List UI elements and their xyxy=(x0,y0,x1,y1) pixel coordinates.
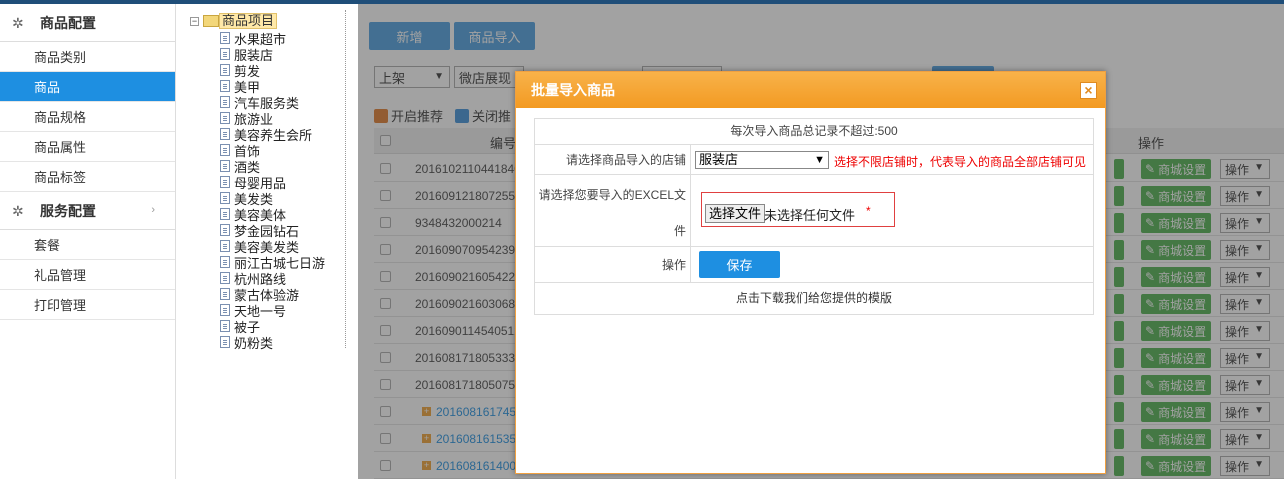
excel-value-cell: 选择文件 未选择任何文件 * xyxy=(695,175,1093,246)
import-form: 每次导入商品总记录不超过:500 请选择商品导入的店铺 服装店 ▼ 选择不限店铺… xyxy=(534,118,1094,315)
document-icon xyxy=(220,128,230,140)
required-mark: * xyxy=(866,204,871,218)
shop-label: 请选择商品导入的店铺 xyxy=(535,145,691,174)
sidebar-item-tag[interactable]: 商品标签 xyxy=(0,162,175,192)
document-icon xyxy=(220,272,230,284)
notice-text: 每次导入商品总记录不超过:500 xyxy=(730,124,898,138)
sidebar-item-package[interactable]: 套餐 xyxy=(0,230,175,260)
document-icon xyxy=(220,64,230,76)
sidebar-item-product[interactable]: 商品 xyxy=(0,72,175,102)
document-icon xyxy=(220,208,230,220)
excel-row: 请选择您要导入的EXCEL文 件 选择文件 未选择任何文件 * xyxy=(535,175,1093,247)
file-input-box: 选择文件 未选择任何文件 * xyxy=(701,192,895,227)
tree-node-label[interactable]: 奶粉类 xyxy=(234,333,273,352)
excel-label-line2: 件 xyxy=(673,224,686,238)
document-icon xyxy=(220,80,230,92)
sidebar-item-attribute[interactable]: 商品属性 xyxy=(0,132,175,162)
sidebar-item-gift[interactable]: 礼品管理 xyxy=(0,260,175,290)
sidebar-section-service-config[interactable]: ✲ 服务配置 › xyxy=(0,192,175,230)
sidebar-section-product-config[interactable]: ✲ 商品配置 xyxy=(0,4,175,42)
document-icon xyxy=(220,96,230,108)
sidebar: ✲ 商品配置 商品类别 商品 商品规格 商品属性 商品标签 ✲ 服务配置 › 套… xyxy=(0,4,176,479)
operate-value-cell: 保存 xyxy=(695,247,1093,282)
document-icon xyxy=(220,336,230,348)
document-icon xyxy=(220,288,230,300)
document-icon xyxy=(220,48,230,60)
sidebar-section-label: 商品配置 xyxy=(40,14,96,31)
tree-node[interactable]: 奶粉类 xyxy=(220,333,325,352)
document-icon xyxy=(220,224,230,236)
sidebar-item-spec[interactable]: 商品规格 xyxy=(0,102,175,132)
chevron-right-icon: › xyxy=(151,204,155,216)
modal-header: 批量导入商品 × xyxy=(516,72,1105,108)
choose-file-button[interactable]: 选择文件 xyxy=(705,204,766,223)
excel-label-line1: 请选择您要导入的EXCEL文 xyxy=(538,188,686,202)
shop-value-cell: 服装店 ▼ 选择不限店铺时，代表导入的商品全部店铺可见 xyxy=(695,145,1093,174)
sidebar-section-label: 服务配置 xyxy=(40,202,96,219)
close-icon[interactable]: × xyxy=(1080,82,1097,99)
document-icon xyxy=(220,240,230,252)
document-icon xyxy=(220,32,230,44)
excel-label: 请选择您要导入的EXCEL文 件 xyxy=(535,175,691,246)
collapse-icon[interactable]: − xyxy=(190,16,199,26)
shop-row: 请选择商品导入的店铺 服装店 ▼ 选择不限店铺时，代表导入的商品全部店铺可见 xyxy=(535,145,1093,175)
notice-row: 每次导入商品总记录不超过:500 xyxy=(535,119,1093,145)
shop-select-value: 服装店 xyxy=(699,152,739,167)
document-icon xyxy=(220,112,230,124)
file-status: 未选择任何文件 xyxy=(764,208,856,223)
modal-title: 批量导入商品 xyxy=(531,82,615,98)
document-icon xyxy=(220,176,230,188)
operate-row: 操作 保存 xyxy=(535,247,1093,283)
folder-icon xyxy=(203,15,219,27)
tree-node-list: 水果超市 服装店 剪发 美甲 汽车服务类 旅游业 美容养生会所 首饰 酒类 母婴用品 美发类 美容美体… xyxy=(220,30,325,352)
document-icon xyxy=(220,144,230,156)
sidebar-item-print[interactable]: 打印管理 xyxy=(0,290,175,320)
category-tree: − 商品项目 水果超市 服装店 剪发 美甲 汽车服务类 旅游业 美容养生会所 首饰 酒类 母婴用品… xyxy=(178,10,346,352)
download-row: 点击下载我们给您提供的模版 xyxy=(535,283,1093,314)
import-modal: 批量导入商品 × 每次导入商品总记录不超过:500 请选择商品导入的店铺 服装店… xyxy=(515,71,1106,474)
download-template-link[interactable]: 点击下载我们给您提供的模版 xyxy=(535,283,1093,313)
shop-select[interactable]: 服装店 ▼ xyxy=(695,151,829,169)
gear-icon: ✲ xyxy=(12,14,24,31)
document-icon xyxy=(220,192,230,204)
tree-root-label[interactable]: 商品项目 xyxy=(219,13,278,29)
tree-root[interactable]: − 商品项目 xyxy=(190,13,278,29)
gear-icon: ✲ xyxy=(12,202,24,219)
save-button[interactable]: 保存 xyxy=(699,251,780,278)
document-icon xyxy=(220,256,230,268)
operate-label: 操作 xyxy=(535,247,691,282)
shop-hint: 选择不限店铺时，代表导入的商品全部店铺可见 xyxy=(834,155,1087,169)
document-icon xyxy=(220,304,230,316)
document-icon xyxy=(220,320,230,332)
document-icon xyxy=(220,160,230,172)
chevron-down-icon: ▼ xyxy=(814,154,825,166)
sidebar-item-category[interactable]: 商品类别 xyxy=(0,42,175,72)
